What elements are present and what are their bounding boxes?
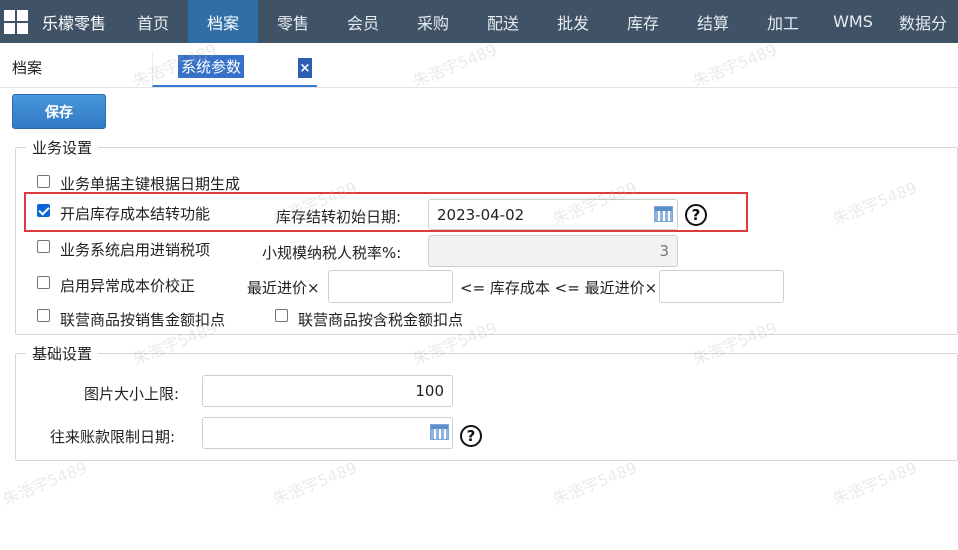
nav-item-data[interactable]: 数据分 [888, 0, 958, 43]
brand-name: 乐檬零售 [41, 13, 106, 33]
recent-price-label: 最近进价× [247, 279, 320, 297]
abnormal-cost-label: 启用异常成本价校正 [60, 277, 196, 295]
tax-checkbox[interactable] [37, 240, 50, 253]
carry-date-input[interactable]: 2023-04-02 [428, 199, 678, 230]
tax-label: 业务系统启用进销税项 [60, 241, 211, 259]
sales-deduct-label: 联营商品按销售金额扣点 [60, 311, 226, 329]
sales-deduct-checkbox[interactable] [37, 309, 50, 322]
cost-carry-label: 开启库存成本结转功能 [60, 205, 211, 223]
abnormal-cost-checkbox[interactable] [37, 276, 50, 289]
tax-deduct-label: 联营商品按含税金额扣点 [298, 311, 464, 329]
calendar-icon[interactable] [430, 424, 449, 440]
image-limit-input[interactable]: 100 [202, 375, 453, 407]
payment-date-input[interactable] [202, 417, 453, 449]
small-tax-input: 3 [428, 235, 678, 267]
watermark: 朱浩宇5489 [830, 457, 920, 509]
nav-item-processing[interactable]: 加工 [748, 0, 818, 43]
nav-item-inventory[interactable]: 库存 [608, 0, 678, 43]
nav-item-home[interactable]: 首页 [118, 0, 188, 43]
image-limit-value: 100 [415, 382, 444, 400]
nav-item-member[interactable]: 会员 [328, 0, 398, 43]
watermark: 朱浩宇5489 [270, 457, 360, 509]
nav-item-retail[interactable]: 零售 [258, 0, 328, 43]
tax-deduct-checkbox[interactable] [275, 309, 288, 322]
tab-system-params[interactable]: 系统参数 × [152, 51, 317, 87]
apps-grid-icon[interactable] [0, 0, 32, 43]
payment-date-label: 往来账款限制日期: [50, 428, 176, 446]
recent-price-min-input[interactable] [328, 270, 453, 303]
nav-item-archive[interactable]: 档案 [188, 0, 258, 43]
nav-item-wms[interactable]: WMS [818, 0, 888, 43]
small-tax-value: 3 [659, 242, 669, 260]
small-tax-label: 小规模纳税人税率%: [262, 244, 402, 262]
date-key-label: 业务单据主键根据日期生成 [60, 175, 241, 193]
basic-settings-legend: 基础设置 [32, 345, 93, 363]
cost-carry-checkbox[interactable] [37, 204, 50, 217]
nav-item-wholesale[interactable]: 批发 [538, 0, 608, 43]
carry-date-value: 2023-04-02 [437, 205, 525, 224]
main-nav: 首页 档案 零售 会员 采购 配送 批发 库存 结算 加工 WMS 数据分 [118, 0, 958, 43]
close-icon[interactable]: × [298, 58, 312, 78]
tab-archive[interactable]: 档案 [12, 57, 42, 78]
carry-date-label: 库存结转初始日期: [276, 208, 402, 226]
watermark: 朱浩宇5489 [0, 457, 90, 509]
calendar-icon[interactable] [654, 206, 673, 222]
nav-item-purchase[interactable]: 采购 [398, 0, 468, 43]
nav-item-settlement[interactable]: 结算 [678, 0, 748, 43]
top-nav-bar: 乐檬零售 首页 档案 零售 会员 采购 配送 批发 库存 结算 加工 WMS 数… [0, 0, 958, 43]
help-icon[interactable]: ? [460, 425, 482, 447]
watermark: 朱浩宇5489 [550, 457, 640, 509]
nav-item-distribution[interactable]: 配送 [468, 0, 538, 43]
save-button[interactable]: 保存 [12, 94, 106, 129]
image-limit-label: 图片大小上限: [84, 385, 180, 403]
date-key-checkbox[interactable] [37, 175, 50, 188]
help-icon[interactable]: ? [685, 204, 707, 226]
tab-bar: 档案 系统参数 × [0, 43, 958, 88]
tab-system-params-label: 系统参数 [178, 55, 245, 78]
business-settings-legend: 业务设置 [32, 139, 93, 157]
recent-price-max-input[interactable] [659, 270, 784, 303]
between-label: <= 库存成本 <= 最近进价× [460, 279, 658, 297]
